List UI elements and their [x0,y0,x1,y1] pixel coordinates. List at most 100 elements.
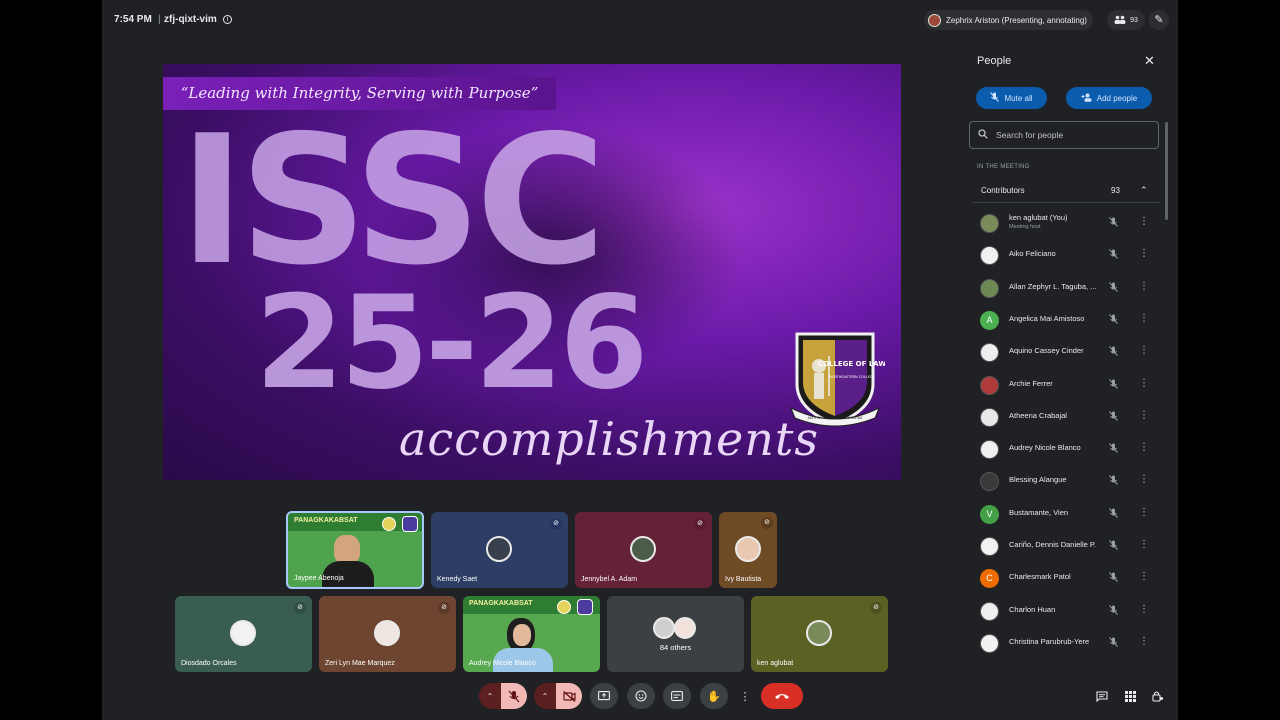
avatar [806,620,832,646]
more-vert-icon[interactable]: ⋮ [1139,539,1149,550]
seal-text-bottom: NORTHEASTERN COLLEGE [829,375,875,379]
more-vert-icon[interactable]: ⋮ [1139,313,1149,324]
participants-button[interactable]: 93 [1107,10,1145,30]
mic-off-icon[interactable] [1109,346,1118,358]
add-people-button[interactable]: Add people [1066,87,1152,109]
more-vert-icon[interactable]: ⋮ [1139,507,1149,518]
raise-hand-button[interactable]: ✋ [700,683,728,709]
mic-off-icon[interactable] [1109,378,1118,391]
mic-off-icon: ⊘ [550,518,562,530]
mic-off-icon[interactable] [1109,410,1118,423]
avatar [653,617,675,639]
more-vert-icon[interactable]: ⋮ [1139,281,1149,292]
participant-tile[interactable]: ⊘ Zeri Lyn Mae Marquez [319,596,456,672]
more-vert-icon[interactable]: ⋮ [1139,442,1149,453]
activities-button[interactable] [1121,683,1139,709]
captions-button[interactable] [663,683,691,709]
leave-call-button[interactable] [761,683,803,709]
avatar: C [980,569,999,589]
participant-tile[interactable]: ⊘ Diosdado Orcales [175,596,312,672]
participant-row[interactable]: A Angelica Mai Amistoso ⋮ [972,304,1160,336]
participant-row[interactable]: C Charlesmark Patol ⋮ [972,562,1160,594]
participant-name: Aquino Cassey Cinder [1009,346,1084,356]
participant-row[interactable]: Archie Ferrer ⋮ [972,369,1160,401]
participant-row[interactable]: ken aglubat (You) Meeting host ⋮ [972,207,1160,239]
mic-off-icon[interactable] [1109,604,1118,617]
reactions-button[interactable] [627,683,655,709]
more-vert-icon[interactable]: ⋮ [1139,636,1149,647]
participant-row[interactable]: Cariño, Dennis Danielle P. ⋮ [972,530,1160,562]
participant-row[interactable]: Audrey Nicole Blanco ⋮ [972,433,1160,465]
mic-off-icon[interactable] [1109,637,1118,649]
avatar [230,620,256,646]
participant-row[interactable]: Christina Parubrub-Yere ⋮ [972,627,1160,659]
more-vert-icon[interactable]: ⋮ [1139,474,1149,485]
search-icon [978,129,988,141]
audio-options-button[interactable]: ⌃ [479,683,501,709]
more-vert-icon[interactable]: ⋮ [1139,248,1149,259]
participant-name: Blessing Alangue [1009,475,1067,485]
mic-off-icon[interactable] [1109,217,1118,229]
banner-logo-icon [577,599,593,615]
participant-count: 93 [1130,16,1138,24]
clock: 7:54 PM [114,14,152,25]
others-tile[interactable]: 84 others [607,596,744,672]
camera-toggle[interactable] [556,683,582,709]
participant-row[interactable]: Aiko Feliciano ⋮ [972,239,1160,271]
presenter-label: Zephrix Ariston (Presenting, annotating) [946,15,1087,25]
more-vert-icon[interactable]: ⋮ [1139,216,1149,227]
microphone-toggle[interactable] [501,683,527,709]
more-vert-icon[interactable]: ⋮ [1139,604,1149,615]
mic-off-icon: ⊘ [870,602,882,614]
mic-off-icon[interactable] [1109,314,1118,326]
slide-title: ISSC [179,97,606,304]
participant-row[interactable]: Allan Zephyr L. Taguba, ... ⋮ [972,272,1160,304]
more-vert-icon[interactable]: ⋮ [1139,378,1149,389]
separator: | [158,14,161,25]
participant-row[interactable]: V Bustamante, Vien ⋮ [972,498,1160,530]
mic-off-icon: ⊘ [694,518,706,530]
participant-tile[interactable]: ⊘ Ivy Bautista [719,512,777,588]
more-vert-icon[interactable]: ⋮ [1139,410,1149,421]
avatar: A [980,310,999,330]
more-options-button[interactable]: ⋮ [738,683,752,709]
participant-name: Christina Parubrub-Yere [1009,636,1090,646]
mic-off-icon[interactable] [1109,443,1118,455]
seal-text-top: COLLEGE OF LAW [818,360,885,368]
more-vert-icon[interactable]: ⋮ [1139,345,1149,356]
participant-role: Meeting host [1009,224,1041,230]
participant-row[interactable]: Atheena Crabajal ⋮ [972,401,1160,433]
mic-off-icon[interactable] [1109,572,1118,584]
info-icon[interactable]: i [223,15,232,24]
mic-off-icon[interactable] [1109,281,1118,294]
participant-row[interactable]: Aquino Cassey Cinder ⋮ [972,336,1160,368]
participant-tile[interactable]: PANAGKAKABSAT Jaypee Abenoja [286,511,424,589]
contributors-group-header[interactable]: Contributors 93 ⌃ [972,179,1160,203]
tile-name: Jaypee Abenoja [294,575,344,582]
more-vert-icon[interactable]: ⋮ [1139,571,1149,582]
participant-tile[interactable]: ⊘ ken aglubat [751,596,888,672]
video-options-button[interactable]: ⌃ [534,683,556,709]
participant-tile[interactable]: PANAGKAKABSAT Audrey Nicole Blanco [463,596,600,672]
presenter-chip[interactable]: Zephrix Ariston (Presenting, annotating) [924,10,1093,30]
mute-all-button[interactable]: Mute all [976,87,1047,109]
participant-tile[interactable]: ⊘ Kenedy Saet [431,512,568,588]
chat-button[interactable] [1093,683,1111,709]
banner-logo-icon [382,517,396,531]
present-button[interactable] [590,683,618,709]
participant-tile[interactable]: ⊘ Jennybel A. Adam [575,512,712,588]
avatar: V [980,504,999,524]
participant-row[interactable]: Blessing Alangue ⋮ [972,465,1160,497]
annotate-icon[interactable]: ✎ [1149,10,1169,30]
host-controls-button[interactable] [1149,683,1167,709]
participant-row[interactable]: Charlon Huan ⋮ [972,595,1160,627]
scrollbar[interactable] [1165,122,1168,220]
mic-off-icon[interactable] [1109,507,1118,520]
avatar [980,440,999,460]
mic-off-icon[interactable] [1109,540,1118,552]
people-icon [1114,15,1126,26]
mic-off-icon[interactable] [1109,249,1118,261]
search-people-field[interactable]: Search for people [969,121,1159,149]
close-icon[interactable]: ✕ [1144,53,1155,69]
mic-off-icon[interactable] [1109,475,1118,487]
